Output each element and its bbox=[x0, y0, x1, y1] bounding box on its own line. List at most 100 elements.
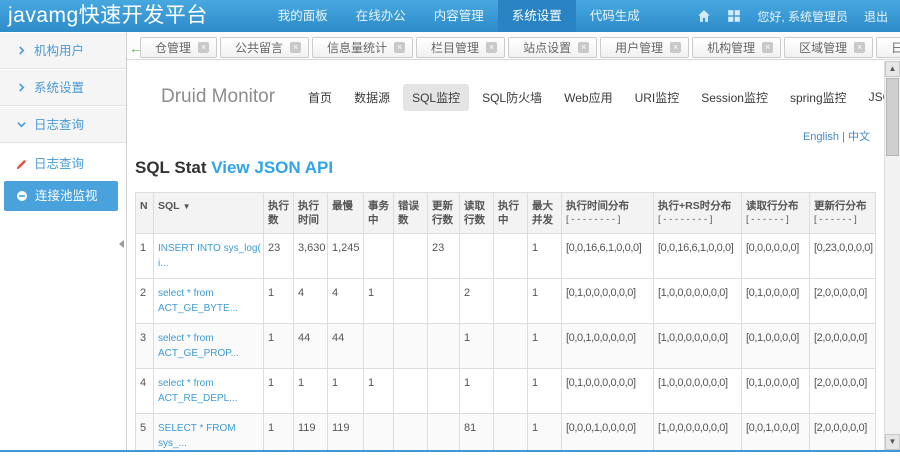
scroll-down-icon[interactable]: ▼ bbox=[885, 434, 900, 450]
stat-cell: 1 bbox=[527, 278, 562, 324]
sidebar-group-label: 机构用户 bbox=[34, 43, 85, 58]
tab[interactable]: 机构管理 × bbox=[692, 37, 782, 58]
close-icon[interactable]: × bbox=[394, 42, 406, 53]
close-icon[interactable]: × bbox=[486, 42, 498, 53]
stat-cell: [0,0,16,6,1,0,0,0] bbox=[653, 233, 742, 279]
stat-cell: 23 bbox=[427, 233, 460, 279]
sidebar-group[interactable]: 日志查询 bbox=[0, 106, 126, 143]
tab-label: 区域管理 bbox=[799, 41, 848, 55]
topmenu-item[interactable]: 代码生成 bbox=[576, 0, 654, 32]
column-header[interactable]: 执行数 bbox=[263, 192, 294, 234]
sidebar-collapse-icon[interactable] bbox=[119, 240, 124, 248]
druid-nav: 首页 数据源 SQL监控 SQL防火墙 Web应用 URI监控 Session监控 sprin… bbox=[299, 83, 884, 111]
tab-prev-icon[interactable]: ← bbox=[129, 38, 143, 58]
home-icon[interactable] bbox=[697, 9, 711, 23]
druid-nav-item[interactable]: 首页 bbox=[299, 84, 341, 111]
tab-label: 信息量统计 bbox=[327, 41, 388, 55]
sidebar-group[interactable]: 机构用户 bbox=[0, 32, 126, 69]
druid-nav-item[interactable]: URI监控 bbox=[626, 84, 689, 111]
sort-desc-icon[interactable]: ▼ bbox=[183, 202, 191, 211]
sidebar-item[interactable]: 日志查询 bbox=[4, 149, 118, 179]
column-header[interactable]: 错误数 bbox=[393, 192, 428, 234]
close-icon[interactable]: × bbox=[198, 42, 210, 53]
sql-link[interactable]: INSERT INTO sys_log( i... bbox=[158, 241, 261, 271]
sidebar-group[interactable]: 系统设置 bbox=[0, 69, 126, 106]
tab[interactable]: 站点设置 × bbox=[508, 37, 598, 58]
close-icon[interactable]: × bbox=[290, 42, 302, 53]
close-icon[interactable]: × bbox=[854, 42, 866, 53]
druid-nav-item[interactable]: 数据源 bbox=[345, 84, 399, 111]
druid-nav-item[interactable]: spring监控 bbox=[781, 84, 856, 111]
column-header[interactable]: 执行时间分布 [ - - - - - - - - ] bbox=[561, 192, 654, 234]
page-title-text: SQL Stat bbox=[135, 158, 207, 177]
stat-cell bbox=[427, 413, 460, 450]
lang-english-link[interactable]: English bbox=[803, 131, 839, 143]
grid-icon[interactable] bbox=[727, 9, 741, 23]
stat-cell: [1,0,0,0,0,0,0,0] bbox=[653, 278, 742, 324]
close-icon[interactable]: × bbox=[670, 42, 682, 53]
druid-title: Druid Monitor bbox=[161, 86, 276, 107]
table-row: 3 select * from ACT_GE_PROP... 1 44 44 1 1 [0,0… bbox=[135, 323, 876, 369]
stat-cell: 1 bbox=[527, 368, 562, 414]
column-header[interactable]: 最大并发 bbox=[527, 192, 562, 234]
column-header[interactable]: N bbox=[135, 192, 154, 234]
sidebar-item[interactable]: 连接池监视 bbox=[4, 181, 118, 211]
column-header[interactable]: 执行中 bbox=[493, 192, 528, 234]
scrollbar[interactable]: ▲ ▼ bbox=[884, 61, 900, 450]
stat-cell bbox=[363, 233, 394, 279]
row-number-cell: 2 bbox=[135, 278, 154, 324]
sql-link[interactable]: SELECT * FROM sys_... bbox=[158, 421, 259, 450]
view-json-api-link[interactable]: View JSON API bbox=[211, 158, 333, 177]
tab[interactable]: 用户管理 × bbox=[600, 37, 690, 58]
topmenu-item[interactable]: 在线办公 bbox=[342, 0, 420, 32]
stat-cell: [0,23,0,0,0,0] bbox=[809, 233, 876, 279]
tab[interactable]: 日志查询× bbox=[876, 37, 900, 58]
stat-cell: [0,1,0,0,0,0] bbox=[741, 323, 810, 369]
tab-label: 日志查询 bbox=[891, 39, 900, 56]
lang-chinese-link[interactable]: 中文 bbox=[848, 131, 870, 143]
tab[interactable]: 公共留言 × bbox=[220, 37, 310, 58]
stat-cell: 1,245 bbox=[327, 233, 364, 279]
column-header[interactable]: 执行时间 bbox=[293, 192, 328, 234]
druid-nav-item[interactable]: Session监控 bbox=[692, 84, 777, 111]
sql-cell: select * from ACT_GE_PROP... bbox=[153, 323, 264, 369]
column-header[interactable]: SQL ▼ bbox=[153, 192, 264, 234]
tab[interactable]: 信息量统计 × bbox=[312, 37, 414, 58]
column-header-label: 更新行分布 bbox=[814, 200, 867, 212]
druid-nav-item[interactable]: SQL监控 bbox=[403, 83, 470, 111]
column-header[interactable]: 读取行数 bbox=[459, 192, 494, 234]
column-header[interactable]: 更新行数 bbox=[427, 192, 460, 234]
logout-link[interactable]: 退出 bbox=[864, 8, 888, 25]
column-header[interactable]: 最慢 bbox=[327, 192, 364, 234]
topmenu-item[interactable]: 内容管理 bbox=[420, 0, 498, 32]
tab[interactable]: 区域管理 × bbox=[784, 37, 874, 58]
topmenu-item[interactable]: 系统设置 bbox=[497, 0, 576, 32]
stat-cell: 1 bbox=[459, 368, 494, 414]
chevron-right-icon bbox=[17, 83, 26, 92]
druid-nav-item[interactable]: JSON API bbox=[860, 85, 884, 109]
stat-cell: 1 bbox=[527, 233, 562, 279]
scroll-up-icon[interactable]: ▲ bbox=[885, 61, 900, 77]
sql-link[interactable]: select * from ACT_GE_PROP... bbox=[158, 331, 259, 361]
column-header-label: 更新行数 bbox=[432, 200, 453, 226]
close-icon[interactable]: × bbox=[762, 42, 774, 53]
column-header[interactable]: 事务中 bbox=[363, 192, 394, 234]
sql-link[interactable]: select * from ACT_RE_DEPL... bbox=[158, 376, 259, 406]
sidebar-item-label: 日志查询 bbox=[34, 157, 85, 171]
close-icon[interactable]: × bbox=[578, 42, 590, 53]
column-header[interactable]: 更新行分布 [ - - - - - - ] bbox=[809, 192, 876, 234]
tab[interactable]: 仓管理 × bbox=[140, 37, 218, 58]
druid-nav-item[interactable]: Web应用 bbox=[555, 84, 621, 111]
column-header[interactable]: 读取行分布 [ - - - - - - ] bbox=[741, 192, 810, 234]
tab[interactable]: 栏目管理 × bbox=[416, 37, 506, 58]
column-header[interactable]: 执行+RS时分布 [ - - - - - - - - ] bbox=[653, 192, 742, 234]
stat-cell bbox=[393, 413, 428, 450]
scrollbar-thumb[interactable] bbox=[886, 78, 899, 156]
sql-link[interactable]: select * from ACT_GE_BYTE... bbox=[158, 286, 259, 316]
topmenu-item[interactable]: 我的面板 bbox=[264, 0, 342, 32]
page-title: SQL Stat View JSON API bbox=[135, 158, 884, 178]
stat-cell: 44 bbox=[327, 323, 364, 369]
tab-bar: ← 仓管理 × 公共留言 × 信息量统计 × 栏目管理 × 站点设置 × 用户管理 × 机构管理 × 区域管… bbox=[127, 32, 900, 60]
stat-cell bbox=[427, 323, 460, 369]
druid-nav-item[interactable]: SQL防火墙 bbox=[473, 84, 551, 111]
